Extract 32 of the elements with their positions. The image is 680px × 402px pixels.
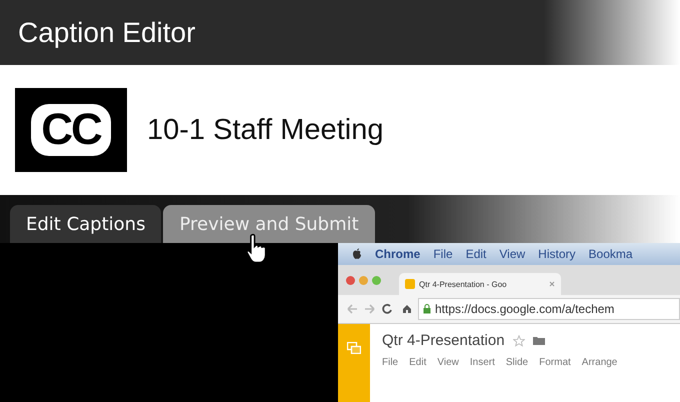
document-title: Qtr 4-Presentation <box>382 332 505 349</box>
address-field[interactable]: https://docs.google.com/a/techem <box>418 298 680 320</box>
zoom-dot-icon[interactable] <box>372 276 381 284</box>
browser-tab[interactable]: Qtr 4-Presentation - Goo <box>399 273 561 295</box>
menu-item[interactable]: Format <box>539 357 571 368</box>
menu-item[interactable]: Bookma <box>588 247 633 261</box>
window-title: Caption Editor <box>18 16 196 48</box>
close-dot-icon[interactable] <box>346 276 355 284</box>
menu-item[interactable]: Chrome <box>375 247 420 261</box>
close-icon[interactable] <box>549 281 555 287</box>
folder-icon[interactable] <box>532 336 545 345</box>
menu-item[interactable]: Edit <box>466 247 486 261</box>
menu-item[interactable]: File <box>382 357 398 368</box>
menu-item[interactable]: View <box>437 357 459 368</box>
menu-item[interactable]: File <box>433 247 453 261</box>
tab-title: Qtr 4-Presentation - Goo <box>419 280 507 288</box>
menu-item[interactable]: View <box>499 247 526 261</box>
closed-caption-logo: CC <box>15 88 127 172</box>
menu-item[interactable]: Edit <box>409 357 426 368</box>
menu-item[interactable]: Arrange <box>582 357 618 368</box>
menu-item[interactable]: Insert <box>470 357 495 368</box>
slides-icon <box>405 279 415 289</box>
minimize-dot-icon[interactable] <box>359 276 368 284</box>
star-icon[interactable] <box>512 334 525 346</box>
video-title: 10-1 Staff Meeting <box>147 114 384 146</box>
home-icon[interactable] <box>402 304 412 314</box>
tab[interactable]: Preview and Submit <box>163 205 375 243</box>
menu-item[interactable]: Slide <box>506 357 528 368</box>
apple-icon <box>352 248 362 260</box>
tab[interactable]: Edit Captions <box>10 205 162 243</box>
lock-icon <box>423 304 431 314</box>
menu-item[interactable]: History <box>538 247 576 261</box>
